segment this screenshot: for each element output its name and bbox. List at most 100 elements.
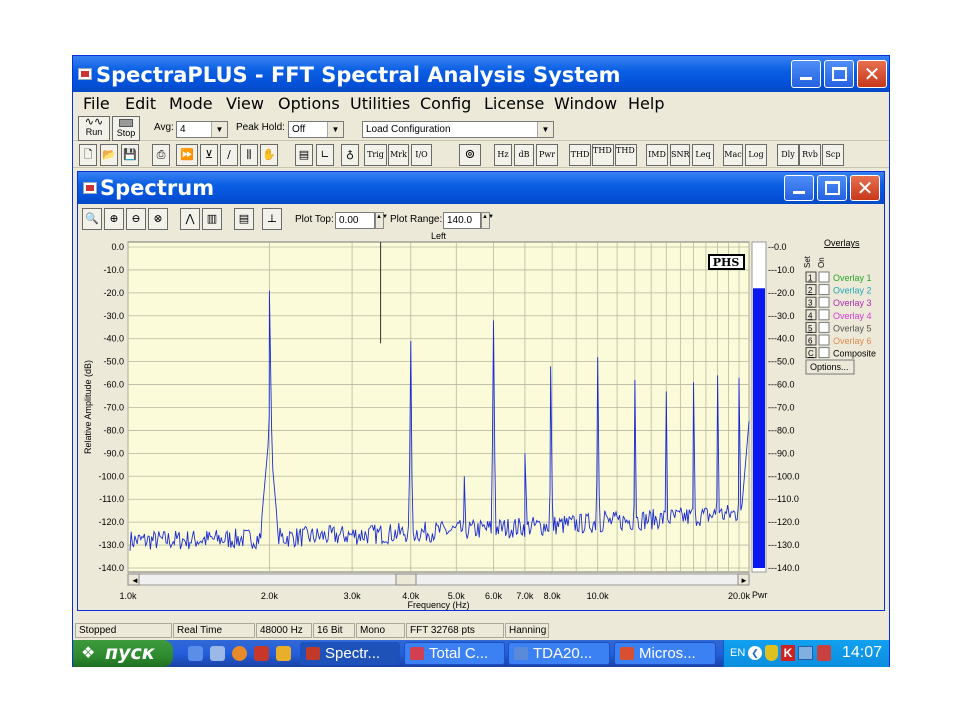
network-icon[interactable] — [798, 646, 813, 660]
tool-leq-button[interactable]: Leq — [692, 144, 714, 166]
sine-wave-icon[interactable]: ⊚ — [459, 144, 481, 166]
right-axis-tick-label: ---100.0 — [768, 471, 800, 481]
status-cell: FFT 32768 pts — [406, 623, 504, 638]
hand-icon[interactable]: ✋ — [260, 144, 278, 166]
menu-options[interactable]: Options — [278, 94, 340, 113]
overlay-checkbox[interactable] — [818, 296, 830, 308]
slope-icon[interactable]: ∕ — [220, 144, 238, 166]
menu-file[interactable]: File — [83, 94, 110, 113]
overlay-label: Overlay 5 — [833, 323, 872, 333]
minimize-button[interactable] — [791, 60, 821, 88]
tool-mac-button[interactable]: Mac — [723, 144, 743, 166]
language-indicator[interactable]: EN — [730, 647, 745, 659]
shield-icon[interactable] — [765, 645, 778, 661]
generator-icon[interactable]: ♁ — [341, 144, 359, 166]
show-desktop-icon[interactable] — [188, 646, 203, 661]
close-button[interactable]: ✕ — [857, 60, 887, 88]
menu-config[interactable]: Config — [420, 94, 471, 113]
overlay-checkbox[interactable] — [818, 334, 830, 346]
menu-utilities[interactable]: Utilities — [350, 94, 410, 113]
tool-thd-button[interactable]: THD — [569, 144, 591, 166]
tool-i-o-button[interactable]: I/O — [411, 144, 432, 166]
overlay-checkbox[interactable] — [818, 347, 830, 359]
print-icon[interactable]: ⎙ — [152, 144, 170, 166]
scrollbar-thumb[interactable] — [395, 573, 417, 586]
y-tick-label: 0.0 — [111, 242, 124, 252]
winamp-icon[interactable] — [276, 646, 291, 661]
close-icon: ✕ — [863, 62, 881, 86]
tool-snr-button[interactable]: SNR — [670, 144, 690, 166]
antivirus-icon[interactable]: K — [781, 645, 795, 661]
overlay-set-key: 2 — [808, 286, 813, 295]
power-bar-label: Pwr — [752, 590, 768, 600]
view-icon[interactable]: ▤ — [295, 144, 313, 166]
overlay-options-label: Options... — [810, 362, 849, 372]
menu-mode[interactable]: Mode — [169, 94, 213, 113]
overlay-label: Overlay 1 — [833, 273, 872, 283]
filter-icon[interactable]: ⊻ — [200, 144, 218, 166]
run-label: Run — [85, 127, 103, 137]
overlay-checkbox[interactable] — [818, 284, 830, 296]
menu-help[interactable]: Help — [628, 94, 664, 113]
peak-hold-select[interactable]: Off ▼ — [288, 121, 344, 138]
task-label: Micros... — [639, 645, 696, 662]
menu-view[interactable]: View — [226, 94, 264, 113]
load-configuration-select[interactable]: Load Configuration ▼ — [362, 121, 554, 138]
tool-db-button[interactable]: dB — [514, 144, 534, 166]
x-axis-label: Frequency (Hz) — [407, 600, 469, 610]
taskbar-task[interactable]: Micros... — [614, 642, 716, 665]
peak-hold-label: Peak Hold: — [236, 122, 285, 133]
tool-rvb-button[interactable]: Rvb — [799, 144, 821, 166]
windows-logo-icon: ❖ — [81, 643, 96, 662]
open-file-icon[interactable]: 📂 — [100, 144, 118, 166]
overlay-checkbox[interactable] — [818, 309, 830, 321]
avg-select[interactable]: 4 ▼ — [176, 121, 228, 138]
overlay-set-key: 6 — [808, 337, 813, 346]
horizontal-scrollbar[interactable] — [127, 573, 750, 586]
y-tick-label: -60.0 — [103, 380, 124, 390]
tool-log-button[interactable]: Log — [745, 144, 767, 166]
start-button[interactable]: ❖ пуск — [73, 640, 173, 667]
tool-pwr-button[interactable]: Pwr — [536, 144, 558, 166]
tool-thd-n-button[interactable]: THD +N — [592, 144, 614, 166]
tool-thd-freq-button[interactable]: THD Freq — [615, 144, 637, 166]
menu-window[interactable]: Window — [554, 94, 617, 113]
tool-scp-button[interactable]: Scp — [822, 144, 844, 166]
tool-imd-button[interactable]: IMD — [646, 144, 668, 166]
wave-icon: ∿∿ — [84, 116, 104, 128]
run-button[interactable]: ∿∿ Run — [78, 116, 110, 141]
save-icon[interactable]: 💾 — [121, 144, 139, 166]
tool-hz-button[interactable]: Hz — [494, 144, 512, 166]
new-file-icon[interactable]: 🗋 — [79, 144, 97, 166]
y-tick-label: -80.0 — [103, 425, 124, 435]
firefox-icon[interactable] — [232, 646, 247, 661]
tool-dly-button[interactable]: Dly — [777, 144, 799, 166]
y-tick-label: -10.0 — [103, 265, 124, 275]
security-icon[interactable] — [817, 645, 831, 661]
taskbar-task[interactable]: Spectr... — [300, 642, 400, 665]
overlay-set-key: 4 — [808, 311, 813, 320]
bars-icon[interactable]: ⫼ — [240, 144, 258, 166]
y-tick-label: -100.0 — [98, 471, 124, 481]
taskbar-task[interactable]: TDA20... — [508, 642, 610, 665]
forward-icon[interactable]: ⏩ — [176, 144, 198, 166]
menu-edit[interactable]: Edit — [125, 94, 156, 113]
axis-icon[interactable]: ∟ — [316, 144, 334, 166]
overlay-checkbox[interactable] — [818, 321, 830, 333]
stop-button[interactable]: Stop — [112, 116, 140, 141]
tray-arrow-icon[interactable]: ❮ — [748, 646, 762, 660]
chevron-down-icon: ▼ — [211, 122, 227, 137]
overlay-set-key: 1 — [808, 274, 813, 283]
total-commander-icon[interactable] — [254, 646, 269, 661]
task-label: TDA20... — [533, 645, 593, 662]
tool-mrk-button[interactable]: Mrk — [388, 144, 409, 166]
overlay-checkbox[interactable] — [818, 271, 830, 283]
tool-trig-button[interactable]: Trig — [364, 144, 387, 166]
taskbar-task[interactable]: Total C... — [404, 642, 505, 665]
maximize-button[interactable] — [824, 60, 854, 88]
title-bar[interactable]: SpectraPLUS - FFT Spectral Analysis Syst… — [73, 56, 889, 92]
quicklaunch-app-icon[interactable] — [210, 646, 225, 661]
right-axis-tick-label: ---110.0 — [768, 494, 799, 504]
spectrum-plot[interactable]: 0.0 --0.0 -10.0 ---10.0 -20.0 ---20.0 -30.0 ---… — [78, 172, 884, 610]
menu-license[interactable]: License — [484, 94, 544, 113]
